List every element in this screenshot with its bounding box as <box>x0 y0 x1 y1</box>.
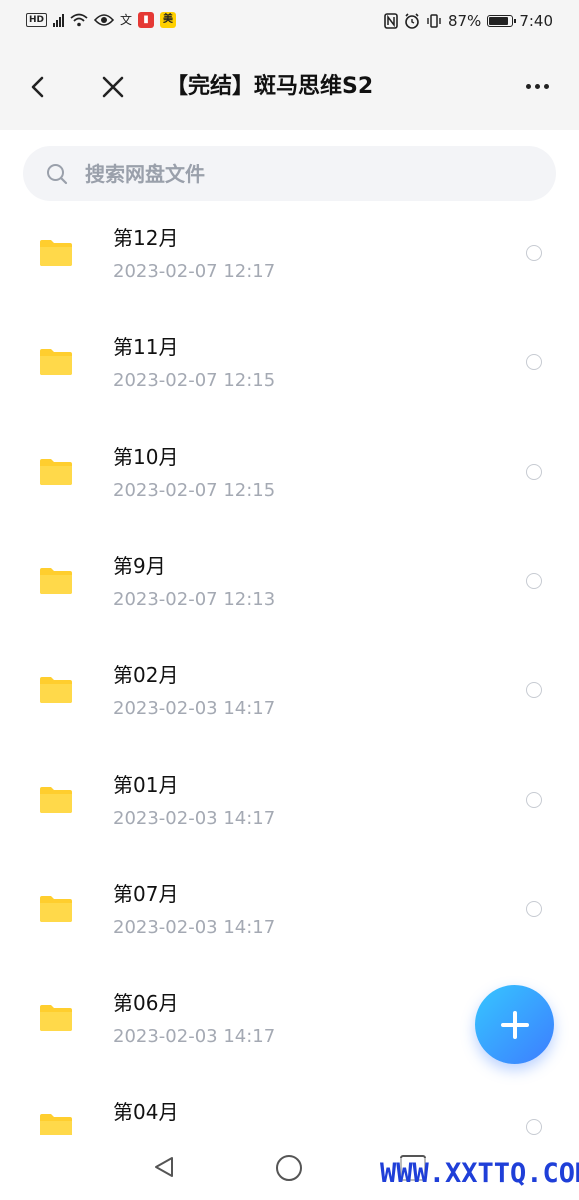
select-radio[interactable] <box>526 572 542 589</box>
folder-date: 2023-02-07 12:17 <box>113 261 276 282</box>
eye-icon <box>94 14 115 26</box>
select-radio[interactable] <box>526 900 542 917</box>
folder-name: 第9月 <box>113 553 166 578</box>
folder-icon <box>40 1114 72 1135</box>
file-list-item[interactable]: 第04月 <box>0 1074 579 1135</box>
folder-icon <box>40 1005 72 1032</box>
more-dot <box>535 84 540 89</box>
alarm-icon <box>405 13 419 29</box>
translate-icon: 文 <box>120 13 133 27</box>
file-list-item[interactable]: 第01月 2023-02-03 14:17 <box>0 747 579 856</box>
top-header: 【完结】斑马思维S2 <box>0 44 579 130</box>
nfc-icon <box>384 13 398 29</box>
hd-icon: HD <box>26 13 48 27</box>
folder-name: 第02月 <box>113 663 179 688</box>
more-dot <box>544 84 549 89</box>
nav-home-icon[interactable] <box>276 1155 302 1181</box>
folder-date: 2023-02-03 14:17 <box>113 698 276 720</box>
battery-fill <box>489 17 508 25</box>
file-list-item[interactable]: 第07月 2023-02-03 14:17 <box>0 856 579 965</box>
folder-icon <box>40 786 72 813</box>
battery-percent: 87% <box>447 12 482 30</box>
file-list-item[interactable]: 第02月 2023-02-03 14:17 <box>0 637 579 746</box>
nav-back-icon[interactable] <box>152 1155 176 1179</box>
folder-date: 2023-02-07 12:15 <box>113 479 276 501</box>
folder-date: 2023-02-03 14:17 <box>113 1026 276 1048</box>
folder-name: 第12月 <box>113 226 179 250</box>
back-arrow-icon[interactable] <box>24 72 54 102</box>
folder-name: 第01月 <box>113 772 179 797</box>
folder-name: 第06月 <box>113 991 179 1016</box>
file-list-item[interactable]: 第12月 2023-02-07 12:17 <box>0 200 579 309</box>
select-radio[interactable] <box>526 1119 542 1135</box>
folder-name: 第11月 <box>113 335 179 360</box>
folder-name: 第04月 <box>113 1100 179 1125</box>
add-button[interactable] <box>475 985 554 1064</box>
wifi-icon <box>70 13 88 27</box>
search-icon <box>47 164 68 185</box>
status-right-icons: 87% 7:40 <box>384 12 553 30</box>
folder-date: 2023-02-07 12:13 <box>113 588 276 610</box>
folder-icon <box>40 349 72 376</box>
page-title: 【完结】斑马思维S2 <box>166 74 374 99</box>
select-radio[interactable] <box>526 463 542 480</box>
folder-date: 2023-02-07 12:15 <box>113 370 276 392</box>
close-icon[interactable] <box>98 72 128 102</box>
battery-icon <box>487 15 517 27</box>
folder-name: 第07月 <box>113 881 179 906</box>
red-app-icon: ▮ <box>138 12 155 28</box>
clock-time: 7:40 <box>519 12 553 30</box>
signal-4g-icon <box>53 13 65 27</box>
search-input[interactable]: 搜索网盘文件 <box>23 146 556 201</box>
more-dot <box>526 84 531 89</box>
status-bar: HD 文 ▮ 美 87% 7:40 <box>0 0 579 44</box>
file-list-item[interactable]: 第9月 2023-02-07 12:13 <box>0 528 579 637</box>
select-radio[interactable] <box>526 245 542 261</box>
search-placeholder: 搜索网盘文件 <box>85 162 205 186</box>
select-radio[interactable] <box>526 354 542 371</box>
file-list-item[interactable]: 第11月 2023-02-07 12:15 <box>0 309 579 418</box>
more-options-icon[interactable] <box>526 84 549 89</box>
folder-icon <box>40 567 72 594</box>
folder-icon <box>40 240 72 266</box>
vibrate-icon <box>427 14 441 28</box>
select-radio[interactable] <box>526 791 542 808</box>
watermark-text: WWW.XXTTQ.COM <box>380 1158 579 1189</box>
status-left-icons: HD 文 ▮ 美 <box>26 12 177 28</box>
yellow-app-icon: 美 <box>160 12 177 28</box>
folder-name: 第10月 <box>113 444 179 469</box>
folder-icon <box>40 677 72 704</box>
select-radio[interactable] <box>526 682 542 699</box>
folder-icon <box>40 458 72 485</box>
folder-date: 2023-02-03 14:17 <box>113 916 276 938</box>
folder-icon <box>40 895 72 922</box>
folder-date: 2023-02-03 14:17 <box>113 807 276 829</box>
file-list-item[interactable]: 第10月 2023-02-07 12:15 <box>0 419 579 528</box>
